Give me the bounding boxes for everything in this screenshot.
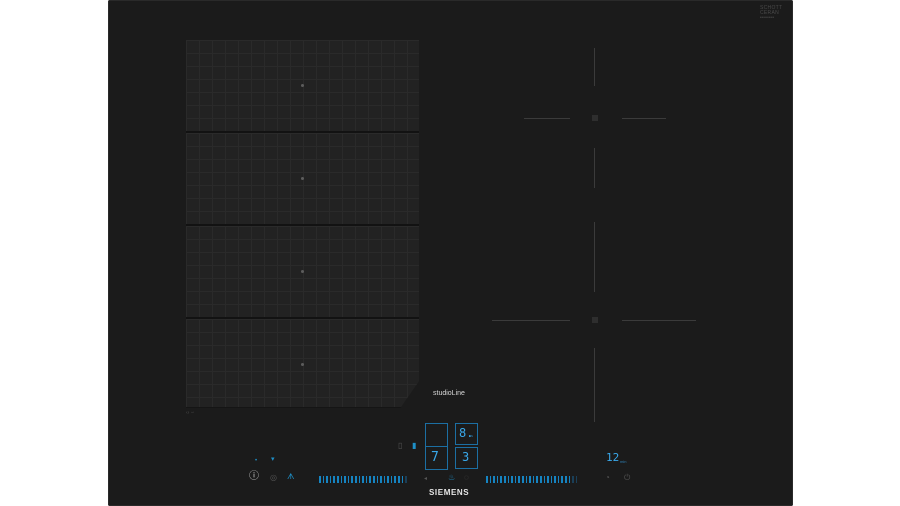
zone-marker-line: [594, 148, 595, 188]
indicator-arrow: ▾: [271, 456, 275, 463]
logo-line-3: •••••••: [760, 15, 775, 21]
zone-marker-line: [524, 118, 570, 119]
zone-divider: [186, 317, 419, 319]
timer-unit: min: [620, 459, 627, 464]
display-frame-right-bottom[interactable]: 3: [455, 447, 478, 469]
display-right-top-sub: s: [471, 433, 473, 438]
display-right-bottom: 3: [462, 450, 470, 464]
fan-icon[interactable]: ᗑ: [287, 473, 295, 481]
flex-zone-4: [186, 319, 419, 408]
schott-ceran-logo: SCHOTT CERAN •••••••: [760, 6, 782, 21]
zone-marker-line: [594, 348, 595, 422]
powerboost-icon[interactable]: ♨: [448, 474, 455, 482]
zone-center-mark: [301, 363, 304, 366]
zone-marker-line: [622, 320, 696, 321]
indicator-dot: •: [255, 458, 258, 464]
timer-display: 12: [606, 451, 620, 464]
flex-select-icon[interactable]: ▮: [412, 442, 416, 450]
keep-warm-icon[interactable]: ◌: [464, 474, 469, 482]
flex-zone-1: [186, 40, 419, 132]
power-slider-right[interactable]: [486, 476, 578, 483]
child-lock-icon[interactable]: ⏻: [624, 474, 630, 482]
zone-small-marks: ‹› ◦▫: [186, 410, 195, 416]
zone-center-marker: [592, 317, 598, 323]
zone-select-icon[interactable]: ▯: [398, 442, 402, 450]
zone-marker-line: [622, 118, 666, 119]
display-frame-right-top[interactable]: 8. s: [455, 423, 478, 445]
display-left-bottom: 7: [431, 450, 439, 465]
zone-marker-line: [594, 48, 595, 86]
display-frame-left-top: [425, 423, 448, 446]
zone-center-mark: [301, 84, 304, 87]
power-icon[interactable]: ⓘ: [249, 472, 259, 482]
flex-zone-2: [186, 133, 419, 225]
slider-minus-icon[interactable]: ◂: [424, 475, 427, 483]
wipe-protect-icon[interactable]: ◎: [270, 474, 277, 482]
flex-zone-3: [186, 226, 419, 318]
series-label: studioLine: [433, 390, 465, 397]
power-slider-left[interactable]: [319, 476, 407, 483]
zone-marker-line: [594, 222, 595, 292]
zone-center-marker: [592, 115, 598, 121]
display-frame-left-bottom[interactable]: 7: [425, 446, 448, 470]
zone-center-mark: [301, 270, 304, 273]
timer-icon[interactable]: ◔: [605, 474, 610, 482]
zone-center-mark: [301, 177, 304, 180]
cooktop-glass: SCHOTT CERAN ••••••• ‹› ◦▫ studioLine • …: [108, 0, 793, 506]
zone-marker-line: [492, 320, 570, 321]
brand-logo: SIEMENS: [429, 488, 470, 497]
